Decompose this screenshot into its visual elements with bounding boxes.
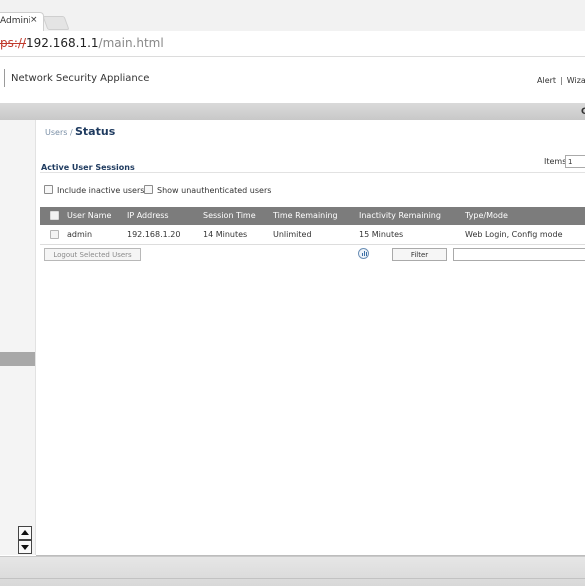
new-tab-button[interactable] xyxy=(42,16,70,30)
section-title: Active User Sessions xyxy=(41,163,135,172)
include-inactive-checkbox[interactable] xyxy=(44,185,53,194)
scroll-down-button[interactable] xyxy=(18,540,32,554)
status-bar xyxy=(0,556,585,586)
items-input[interactable]: 1 xyxy=(565,155,585,168)
triangle-down-icon xyxy=(21,545,29,550)
header-divider xyxy=(4,69,5,87)
cell-type-mode: Web Login, Config mode xyxy=(465,230,563,239)
header-link-separator: | xyxy=(560,76,563,85)
filter-input[interactable] xyxy=(453,248,585,261)
row-divider xyxy=(40,244,585,245)
header-links: Alert | Wiza xyxy=(537,76,585,85)
browser-tab-strip xyxy=(0,0,585,31)
select-all-checkbox[interactable] xyxy=(50,211,59,220)
toolbar-band xyxy=(0,103,585,120)
logout-selected-users-button[interactable]: Logout Selected Users xyxy=(44,248,141,261)
column-header-time-remaining[interactable]: Time Remaining xyxy=(273,211,338,220)
column-header-type-mode[interactable]: Type/Mode xyxy=(465,211,508,220)
sidebar xyxy=(0,120,36,555)
browser-tab-title: Adminis xyxy=(0,16,30,26)
column-header-session-time[interactable]: Session Time xyxy=(203,211,256,220)
sidebar-item-selected[interactable] xyxy=(0,352,35,366)
column-header-user-name[interactable]: User Name xyxy=(67,211,111,220)
app-title: Network Security Appliance xyxy=(11,73,150,84)
row-checkbox[interactable] xyxy=(50,230,59,239)
show-unauthenticated-checkbox[interactable] xyxy=(144,185,153,194)
url-host: 192.168.1.1 xyxy=(26,36,99,50)
column-header-ip-address[interactable]: IP Address xyxy=(127,211,169,220)
url-path: /main.html xyxy=(98,36,164,50)
include-inactive-label[interactable]: Include inactive users xyxy=(57,186,144,195)
items-label: Items xyxy=(544,157,567,166)
filter-button[interactable]: Filter xyxy=(392,248,447,261)
alert-link[interactable]: Alert xyxy=(537,76,556,85)
bar-chart-icon[interactable] xyxy=(358,248,369,259)
cell-user-name: admin xyxy=(67,230,93,239)
wizards-link[interactable]: Wiza xyxy=(567,76,585,85)
triangle-up-icon xyxy=(21,530,29,535)
cell-inactivity-remaining: 15 Minutes xyxy=(359,230,404,239)
cell-ip-address: 192.168.1.20 xyxy=(127,230,181,239)
cell-session-time: 14 Minutes xyxy=(203,230,248,239)
close-icon[interactable]: × xyxy=(30,15,38,25)
toolbar-band-edge-glyph: C xyxy=(581,107,585,117)
page-title: Status xyxy=(75,125,116,138)
scroll-up-button[interactable] xyxy=(18,526,32,540)
section-divider xyxy=(40,172,585,173)
url-text[interactable]: ps://192.168.1.1/main.html xyxy=(0,36,164,50)
cell-time-remaining: Unlimited xyxy=(273,230,312,239)
column-header-inactivity-remaining[interactable]: Inactivity Remaining xyxy=(359,211,441,220)
breadcrumb-parent[interactable]: Users / xyxy=(45,128,73,137)
status-bar-divider xyxy=(0,578,585,579)
url-scheme: ps:// xyxy=(0,36,26,50)
show-unauthenticated-label[interactable]: Show unauthenticated users xyxy=(157,186,271,195)
